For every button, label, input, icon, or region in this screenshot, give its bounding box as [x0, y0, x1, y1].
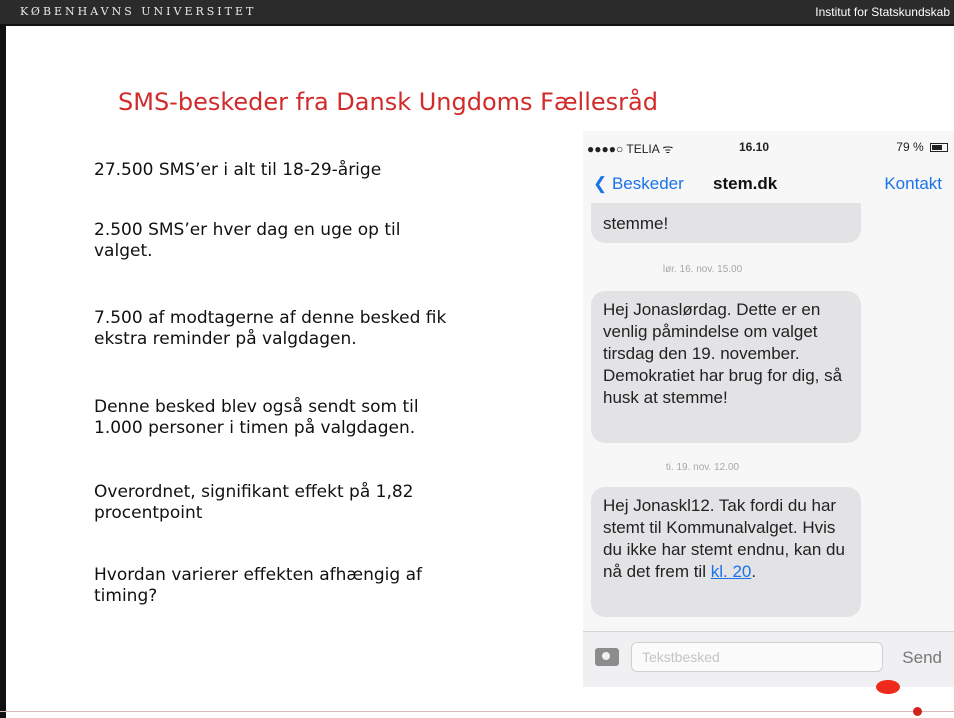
status-time: 16.10	[739, 140, 770, 154]
message-bubble: Hej Jonaslørdag. Dette er en venlig påmi…	[591, 291, 861, 443]
decorative-dot	[876, 680, 900, 694]
status-bar: ●●●●○ TELIA ᯤ 16.10 79 %	[583, 131, 954, 159]
back-button[interactable]: ❮ Beskeder	[593, 174, 684, 194]
time-link[interactable]: kl. 20	[711, 562, 752, 581]
battery-status: 79 %	[896, 140, 948, 154]
institute-name: Institut for Statskundskab	[815, 5, 950, 19]
bullet-item: 27.500 SMS’er i alt til 18-29-årige	[94, 160, 382, 180]
slide-progress-dot	[913, 707, 922, 716]
message-timestamp: lør. 16. nov. 15.00	[662, 264, 743, 275]
message-bubble: stemme!	[591, 203, 861, 243]
slide-title: SMS-beskeder fra Dansk Ungdoms Fællesråd	[118, 88, 658, 116]
carrier-signal: ●●●●○ TELIA ᯤ	[587, 142, 674, 156]
contact-button[interactable]: Kontakt	[884, 174, 942, 194]
message-text-end: .	[751, 562, 757, 581]
message-input-bar: Tekstbesked Send	[583, 631, 954, 687]
bullet-item: Hvordan varierer effekten afhængig af ti…	[94, 565, 422, 606]
bullet-item: Denne besked blev også sendt som til 1.0…	[94, 397, 419, 438]
battery-percent: 79 %	[896, 140, 924, 154]
bullet-item: Overordnet, signifikant effekt på 1,82 p…	[94, 482, 414, 523]
battery-icon	[930, 143, 948, 153]
send-button[interactable]: Send	[902, 648, 942, 668]
university-name: KØBENHAVNS UNIVERSITET	[20, 5, 257, 18]
camera-icon[interactable]	[595, 648, 619, 666]
footer-line	[0, 711, 954, 712]
bullet-item: 2.500 SMS’er hver dag en uge op til valg…	[94, 220, 401, 261]
phone-screenshot: ●●●●○ TELIA ᯤ 16.10 79 % ❮ Beskeder stem…	[583, 131, 954, 687]
bullet-item: 7.500 af modtagerne af denne besked fik …	[94, 308, 447, 349]
message-bubble: Hej Jonaskl12. Tak fordi du har stemt ti…	[591, 487, 861, 617]
message-timestamp: ti. 19. nov. 12.00	[665, 462, 740, 473]
conversation-title: stem.dk	[713, 174, 778, 193]
slide-header: KØBENHAVNS UNIVERSITET Institut for Stat…	[0, 0, 954, 26]
slide-left-border	[0, 0, 6, 718]
messages-navbar: ❮ Beskeder stem.dk Kontakt	[583, 165, 954, 203]
message-input[interactable]: Tekstbesked	[631, 642, 883, 672]
